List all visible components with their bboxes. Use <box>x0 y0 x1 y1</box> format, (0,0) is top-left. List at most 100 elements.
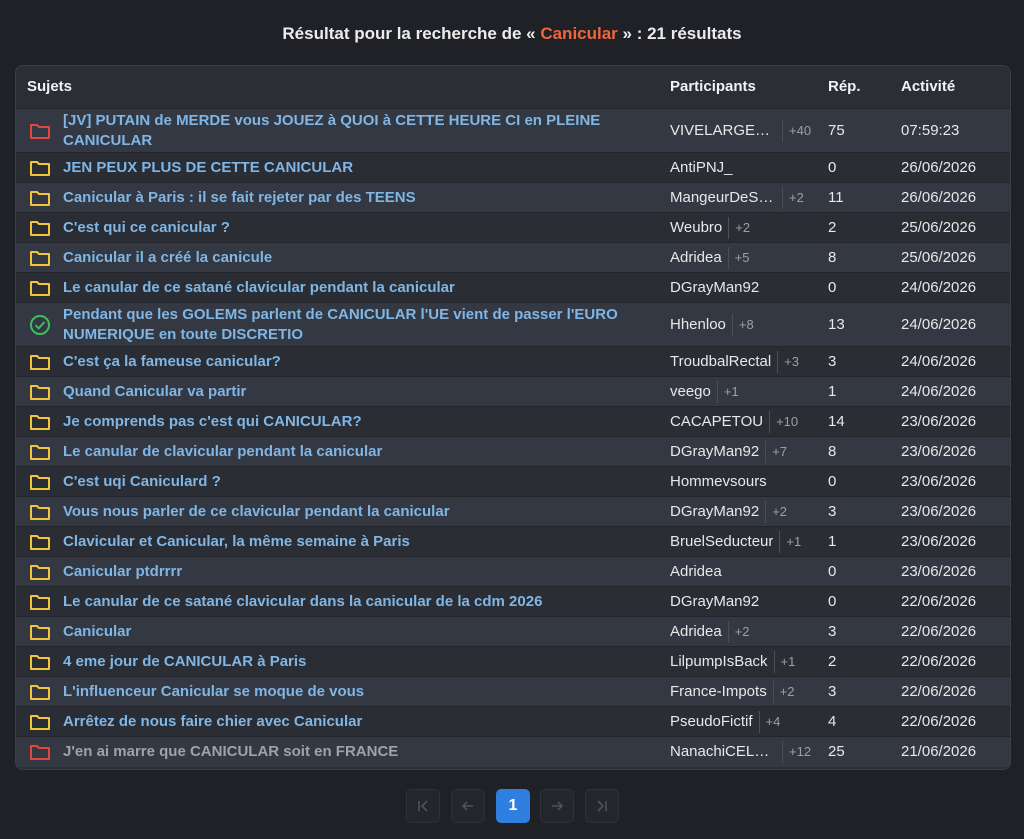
check-circle-icon <box>29 315 51 335</box>
topic-link[interactable]: Canicular il a créé la canicule <box>63 248 623 268</box>
table-row: Canicular il a créé la canicule Adridea +5… <box>16 242 1010 273</box>
participant-name[interactable]: France-Impots <box>670 681 767 703</box>
table-row: C'est ça la fameuse canicular? TroudbalRe… <box>16 346 1010 377</box>
participant-name[interactable]: Weubro <box>670 217 722 239</box>
last-activity: 23/06/2026 <box>901 443 977 460</box>
topic-link[interactable]: Vous nous parler de ce clavicular pendan… <box>63 502 623 522</box>
extra-participants-count: +1 <box>779 531 801 553</box>
folder-icon <box>29 413 51 431</box>
reply-count: 14 <box>828 413 845 430</box>
folder-icon <box>29 353 51 371</box>
table-row: Canicular Adridea +2 3 22/06/2026 <box>16 616 1010 647</box>
extra-participants-count: +2 <box>765 501 787 523</box>
participant-name[interactable]: Adridea <box>670 621 722 643</box>
topic-link[interactable]: C'est uqi Caniculard ? <box>63 472 623 492</box>
topic-link[interactable]: C'est ça la fameuse canicular? <box>63 352 623 372</box>
topic-link[interactable]: JEN PEUX PLUS DE CETTE CANICULAR <box>63 158 623 178</box>
page-1-button[interactable]: 1 <box>496 789 530 823</box>
reply-count: 0 <box>828 473 837 490</box>
folder-icon <box>29 279 51 297</box>
participants-cell: AntiPNJ_ <box>670 157 820 179</box>
participant-name[interactable]: veego <box>670 381 711 403</box>
topic-link[interactable]: Le canular de clavicular pendant la cani… <box>63 442 623 462</box>
participants-cell: France-Impots +2 <box>670 681 820 703</box>
participant-name[interactable]: VIVELARGENTFACILE <box>670 120 776 142</box>
participant-name[interactable]: BruelSeducteur <box>670 531 773 553</box>
participant-name[interactable]: CACAPETOU <box>670 411 763 433</box>
last-activity: 22/06/2026 <box>901 623 977 640</box>
topic-link[interactable]: Arrêtez de nous faire chier avec Canicul… <box>63 712 623 732</box>
reply-count: 0 <box>828 159 837 176</box>
participant-name[interactable]: DGrayMan92 <box>670 591 759 613</box>
table-header: Sujets Participants Rép. Activité <box>16 66 1010 108</box>
participant-name[interactable]: Adridea <box>670 247 722 269</box>
prev-page-icon <box>461 801 473 811</box>
topic-link[interactable]: Canicular <box>63 622 623 642</box>
topic-link[interactable]: [JV] PUTAIN de MERDE vous JOUEZ à QUOI à… <box>63 111 623 151</box>
reply-count: 8 <box>828 443 837 460</box>
reply-count: 13 <box>828 316 845 333</box>
table-row: Arrêtez de nous faire chier avec Canicul… <box>16 706 1010 737</box>
participants-cell: DGrayMan92 <box>670 591 820 613</box>
participant-name[interactable]: NanachiCELESTE <box>670 741 776 763</box>
participant-name[interactable]: Hhenloo <box>670 314 726 336</box>
last-page-icon <box>597 800 607 812</box>
prev-page-button[interactable] <box>451 789 485 823</box>
topic-link[interactable]: J'en ai marre que CANICULAR soit en FRAN… <box>63 742 623 762</box>
topic-link[interactable]: Je comprends pas c'est qui CANICULAR? <box>63 412 623 432</box>
topic-link[interactable]: Canicular à Paris : il se fait rejeter p… <box>63 188 623 208</box>
extra-participants-count: +2 <box>728 217 750 239</box>
topic-link[interactable]: Quand Canicular va partir <box>63 382 623 402</box>
topic-link[interactable]: L'influenceur Canicular se moque de vous <box>63 682 623 702</box>
reply-count: 1 <box>828 383 837 400</box>
participants-cell: Hommevsours <box>670 471 820 493</box>
table-row: Le canular de ce satané clavicular dans … <box>16 586 1010 617</box>
participant-name[interactable]: PseudoFictif <box>670 711 753 733</box>
topic-link[interactable]: Canicular ptdrrrr <box>63 562 623 582</box>
extra-participants-count: +2 <box>772 681 795 703</box>
topic-link[interactable]: Clavicular et Canicular, la même semaine… <box>63 532 623 552</box>
topic-link[interactable]: C'est qui ce canicular ? <box>63 218 623 238</box>
reply-count: 0 <box>828 279 837 296</box>
last-activity: 23/06/2026 <box>901 473 977 490</box>
participant-name[interactable]: LilpumpIsBack <box>670 651 768 673</box>
last-activity: 24/06/2026 <box>901 383 977 400</box>
topic-link[interactable]: Le canular de ce satané clavicular dans … <box>63 592 623 612</box>
extra-participants-count: +1 <box>716 381 739 403</box>
last-activity: 22/06/2026 <box>901 713 977 730</box>
participant-name[interactable]: AntiPNJ_ <box>670 157 733 179</box>
extra-participants-count: +2 <box>727 621 750 643</box>
column-subjects: Sujets <box>27 78 73 95</box>
last-activity: 23/06/2026 <box>901 503 977 520</box>
participant-name[interactable]: Hommevsours <box>670 471 767 493</box>
folder-icon <box>29 189 51 207</box>
reply-count: 2 <box>828 653 837 670</box>
extra-participants-count: +3 <box>777 351 799 373</box>
participant-name[interactable]: DGrayMan92 <box>670 277 759 299</box>
next-page-icon <box>552 801 564 811</box>
table-row: Canicular ptdrrrr Adridea 0 23/06/2026 <box>16 556 1010 587</box>
topic-link[interactable]: 4 eme jour de CANICULAR à Paris <box>63 652 623 672</box>
first-page-button[interactable] <box>406 789 440 823</box>
topic-link[interactable]: Le canular de ce satané clavicular penda… <box>63 278 623 298</box>
next-page-button[interactable] <box>540 789 574 823</box>
folder-icon <box>29 653 51 671</box>
folder-icon <box>29 533 51 551</box>
reply-count: 2 <box>828 219 837 236</box>
participants-cell: Hhenloo +8 <box>670 314 820 336</box>
participant-name[interactable]: DGrayMan92 <box>670 501 759 523</box>
last-activity: 24/06/2026 <box>901 279 977 296</box>
folder-icon <box>29 473 51 491</box>
participant-name[interactable]: Adridea <box>670 561 722 583</box>
table-row: J'en ai marre que CANICULAR soit en FRAN… <box>16 736 1010 767</box>
folder-icon <box>29 743 51 761</box>
topic-link[interactable]: Pendant que les GOLEMS parlent de CANICU… <box>63 305 623 345</box>
reply-count: 75 <box>828 122 845 139</box>
folder-icon <box>29 249 51 267</box>
last-page-button[interactable] <box>585 789 619 823</box>
participant-name[interactable]: MangeurDeSnickers <box>670 187 776 209</box>
participant-name[interactable]: DGrayMan92 <box>670 441 759 463</box>
last-activity: 24/06/2026 <box>901 353 977 370</box>
participant-name[interactable]: TroudbalRectal <box>670 351 771 373</box>
extra-participants-count: +1 <box>773 651 795 673</box>
